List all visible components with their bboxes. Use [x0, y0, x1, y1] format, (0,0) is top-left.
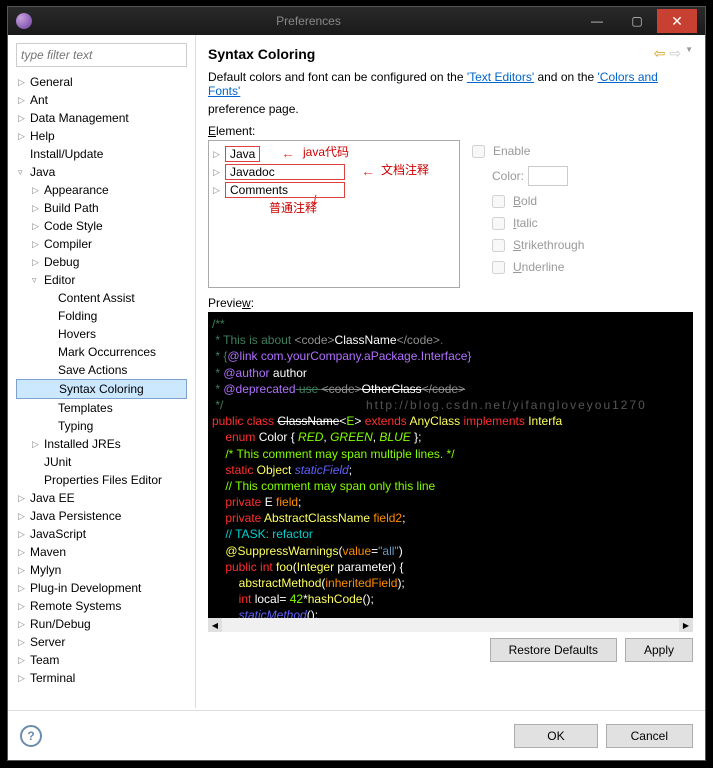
- tree-item[interactable]: ▷Appearance: [16, 181, 187, 199]
- sidebar: ▷General▷Ant▷Data Management▷HelpInstall…: [8, 35, 196, 708]
- tree-item[interactable]: ▷Data Management: [16, 109, 187, 127]
- bold-checkbox[interactable]: [492, 195, 505, 208]
- tree-item[interactable]: ▷Server: [16, 633, 187, 651]
- tree-item[interactable]: ▷Help: [16, 127, 187, 145]
- window-title: Preferences: [40, 14, 577, 28]
- scroll-right-icon[interactable]: ▶: [679, 618, 693, 632]
- annotation-javadoc: 文档注释: [381, 161, 429, 178]
- strike-checkbox[interactable]: [492, 239, 505, 252]
- color-picker[interactable]: [528, 166, 568, 186]
- tree-item[interactable]: Mark Occurrences: [16, 343, 187, 361]
- tree-item[interactable]: ▷Remote Systems: [16, 597, 187, 615]
- horizontal-scrollbar[interactable]: ◀ ▶: [208, 618, 693, 632]
- forward-icon[interactable]: ⇨: [669, 45, 681, 62]
- annotation-java: java代码: [303, 143, 349, 160]
- tree-item[interactable]: ▷Plug-in Development: [16, 579, 187, 597]
- page-title: Syntax Coloring: [208, 46, 315, 62]
- tree-item[interactable]: Typing: [16, 417, 187, 435]
- tree-item[interactable]: ▷Compiler: [16, 235, 187, 253]
- cancel-button[interactable]: Cancel: [606, 724, 693, 748]
- description-2: preference page.: [208, 102, 693, 116]
- element-tree[interactable]: ▷Java ▷Javadoc ▷Comments ← java代码 ← 文档注释…: [208, 140, 460, 288]
- color-label: Color:: [492, 169, 524, 183]
- tree-item[interactable]: ▷Terminal: [16, 669, 187, 687]
- description: Default colors and font can be configure…: [208, 70, 693, 98]
- element-comments[interactable]: Comments: [225, 182, 345, 198]
- close-button[interactable]: ✕: [657, 9, 697, 33]
- dropdown-icon[interactable]: ▼: [685, 45, 693, 62]
- tree-item[interactable]: ▷Maven: [16, 543, 187, 561]
- preview-label: Preview:: [208, 296, 693, 310]
- tree-item[interactable]: ▷Code Style: [16, 217, 187, 235]
- preferences-window: Preferences — ▢ ✕ ▷General▷Ant▷Data Mana…: [7, 6, 706, 761]
- filter-input[interactable]: [16, 43, 187, 67]
- tree-item[interactable]: Install/Update: [16, 145, 187, 163]
- tree-item[interactable]: JUnit: [16, 453, 187, 471]
- annotation-arrow-icon: ←: [281, 145, 295, 161]
- tree-item[interactable]: ▿Java: [16, 163, 187, 181]
- titlebar: Preferences — ▢ ✕: [8, 7, 705, 35]
- tree-item[interactable]: ▷General: [16, 73, 187, 91]
- tree-item[interactable]: ▷Ant: [16, 91, 187, 109]
- preview-pane: /** * This is about <code>ClassName</cod…: [208, 312, 693, 618]
- scroll-left-icon[interactable]: ◀: [208, 618, 222, 632]
- tree-item[interactable]: ▷Debug: [16, 253, 187, 271]
- tree-item[interactable]: Content Assist: [16, 289, 187, 307]
- footer: ? OK Cancel: [8, 710, 705, 760]
- tree-item[interactable]: Properties Files Editor: [16, 471, 187, 489]
- tree-item[interactable]: ▷JavaScript: [16, 525, 187, 543]
- tree-item[interactable]: Hovers: [16, 325, 187, 343]
- tree-item[interactable]: Folding: [16, 307, 187, 325]
- watermark: http://blog.csdn.net/yifangloveyou1270: [366, 397, 647, 413]
- eclipse-icon: [16, 13, 32, 29]
- style-options: Enable Color: Bold Italic Strikethrough …: [472, 140, 693, 288]
- enable-checkbox[interactable]: [472, 145, 485, 158]
- element-java[interactable]: Java: [225, 146, 260, 162]
- text-editors-link[interactable]: 'Text Editors': [467, 70, 534, 84]
- ok-button[interactable]: OK: [514, 724, 597, 748]
- back-icon[interactable]: ⇦: [654, 45, 666, 62]
- minimize-button[interactable]: —: [577, 9, 617, 33]
- tree-item[interactable]: ▷Java EE: [16, 489, 187, 507]
- apply-button[interactable]: Apply: [625, 638, 693, 662]
- element-javadoc[interactable]: Javadoc: [225, 164, 345, 180]
- italic-checkbox[interactable]: [492, 217, 505, 230]
- tree-item[interactable]: ▷Run/Debug: [16, 615, 187, 633]
- main-panel: Syntax Coloring ⇦ ⇨ ▼ Default colors and…: [196, 35, 705, 708]
- tree-item[interactable]: ▷Java Persistence: [16, 507, 187, 525]
- tree-item[interactable]: ▷Installed JREs: [16, 435, 187, 453]
- tree-item[interactable]: Syntax Coloring: [16, 379, 187, 399]
- maximize-button[interactable]: ▢: [617, 9, 657, 33]
- tree-item[interactable]: Templates: [16, 399, 187, 417]
- underline-checkbox[interactable]: [492, 261, 505, 274]
- tree-item[interactable]: ▷Mylyn: [16, 561, 187, 579]
- help-icon[interactable]: ?: [20, 725, 42, 747]
- tree-item[interactable]: ▷Team: [16, 651, 187, 669]
- annotation-arrow-icon: ←: [361, 163, 375, 179]
- tree-item[interactable]: ▷Tomcat: [16, 687, 187, 690]
- element-label: Element:: [208, 124, 693, 138]
- tree-item[interactable]: ▷Build Path: [16, 199, 187, 217]
- restore-defaults-button[interactable]: Restore Defaults: [490, 638, 617, 662]
- tree-item[interactable]: Save Actions: [16, 361, 187, 379]
- annotation-comments: 普通注释: [269, 199, 317, 216]
- tree-item[interactable]: ▿Editor: [16, 271, 187, 289]
- preferences-tree[interactable]: ▷General▷Ant▷Data Management▷HelpInstall…: [16, 73, 187, 690]
